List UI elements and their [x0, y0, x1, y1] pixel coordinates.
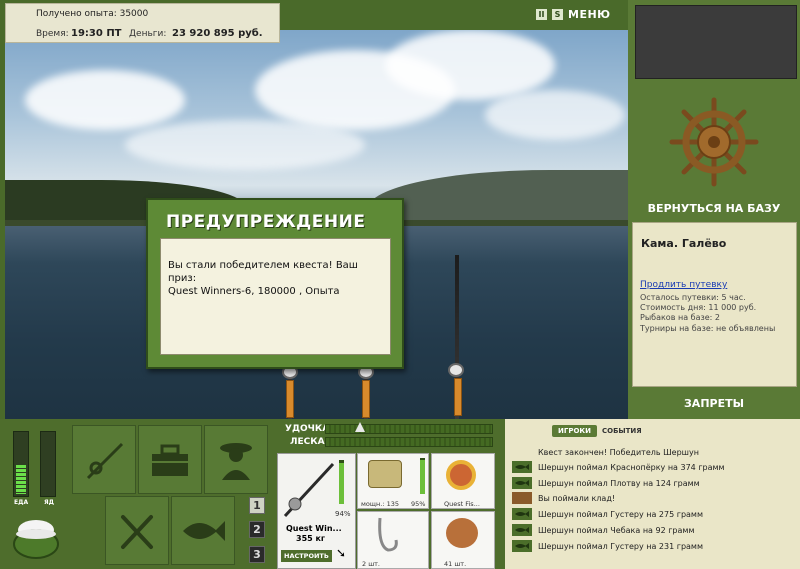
tension-marker-icon	[355, 422, 365, 432]
reel-power: мощн.: 135	[361, 500, 399, 508]
chest-icon	[512, 492, 532, 504]
tab-players[interactable]: ИГРОКИ	[552, 425, 597, 437]
hook-card[interactable]: 2 шт.	[357, 511, 429, 569]
reel-durability-bar	[420, 458, 425, 494]
line-tension-label: ЛЕСКА	[290, 437, 325, 447]
dialog-message-line2: Quest Winners-6, 180000 , Опыта	[168, 286, 340, 297]
rod-icon	[86, 442, 124, 479]
catch-slot[interactable]	[171, 496, 235, 565]
fishers-on-base: Рыбаков на базе: 2	[640, 313, 720, 322]
minimap[interactable]	[635, 5, 797, 79]
extend-voucher-link[interactable]: Продлить путевку	[640, 280, 727, 290]
poison-label: ЯД	[44, 499, 54, 506]
event-text: Шершун поймал Краснопёрку на 374 грамм	[538, 462, 725, 472]
line-tension-bar	[325, 437, 493, 447]
page-1-button[interactable]: 1	[249, 497, 265, 514]
fish-icon	[183, 520, 225, 541]
distant-hills	[368, 170, 628, 225]
food-inventory-slot[interactable]	[105, 496, 169, 565]
events-panel: ИГРОКИ СОБЫТИЯ Квест закончен! Победител…	[503, 419, 800, 569]
event-text: Квест закончен! Победитель Шершун	[538, 447, 699, 457]
day-cost: Стоимость дня: 11 000 руб.	[640, 303, 757, 312]
warning-dialog[interactable]: ПРЕДУПРЕЖДЕНИЕ Вы стали победителем квес…	[146, 198, 404, 369]
tab-events[interactable]: СОБЫТИЯ	[599, 425, 645, 437]
money-value: 23 920 895 руб.	[172, 28, 263, 39]
voucher-remaining: Осталось путевки: 5 час.	[640, 293, 746, 302]
rod-picture-icon	[283, 462, 335, 518]
fish-icon	[512, 508, 532, 520]
rod-name: Quest Win...	[286, 524, 342, 533]
dialog-title: ПРЕДУПРЕЖДЕНИЕ	[166, 212, 366, 232]
food-label: ЕДА	[14, 499, 29, 506]
event-row: Вы поймали клад!	[512, 491, 615, 505]
food-pot-icon[interactable]	[10, 510, 62, 562]
dialog-body: Вы стали победителем квеста! Ваш приз: Q…	[160, 238, 391, 355]
pause-icon[interactable]: II	[536, 9, 547, 20]
line-card[interactable]: Quest Fis...	[431, 453, 495, 509]
event-text: Вы поймали клад!	[538, 493, 616, 503]
rod-tension-bar	[325, 424, 493, 434]
return-to-base-button[interactable]: ВЕРНУТЬСЯ НА БАЗУ	[628, 202, 800, 215]
poison-gauge	[40, 431, 56, 497]
arrow-down-right-icon[interactable]: ➘	[336, 546, 346, 560]
event-row: Шершун поймал Краснопёрку на 374 грамм	[512, 460, 725, 474]
line-name: Quest Fis...	[444, 500, 480, 508]
fisherman-icon	[220, 442, 252, 480]
hook-count: 2 шт.	[362, 560, 381, 568]
fish-icon	[512, 477, 532, 489]
active-rod-card[interactable]: 94% Quest Win... 355 кг НАСТРОИТЬ ➘	[277, 453, 356, 569]
top-controls: II S МЕНЮ	[536, 8, 611, 21]
event-row: Шершун поймал Густеру на 231 грамм	[512, 539, 703, 553]
event-text: Шершун поймал Плотву на 124 грамм	[538, 478, 700, 488]
event-text: Шершун поймал Густеру на 231 грамм	[538, 541, 703, 551]
tackle-box-icon	[152, 444, 188, 476]
events-tabs: ИГРОКИ СОБЫТИЯ	[552, 425, 645, 437]
event-row: Шершун поймал Плотву на 124 грамм	[512, 476, 700, 490]
tackle-box-slot[interactable]	[138, 425, 202, 494]
fish-icon	[512, 461, 532, 473]
knife-fork-icon	[121, 514, 153, 549]
event-row: Квест закончен! Победитель Шершун	[538, 445, 699, 459]
reel-percent: 95%	[411, 500, 426, 508]
bans-button[interactable]: ЗАПРЕТЫ	[628, 397, 800, 410]
location-title: Кама. Галёво	[641, 237, 727, 250]
bait-count: 41 шт.	[444, 560, 467, 568]
hook-icon	[378, 517, 398, 552]
dialog-message-line1: Вы стали победителем квеста! Ваш приз:	[168, 260, 358, 284]
time-value: 19:30 ПТ	[71, 28, 122, 39]
bait-icon	[446, 518, 478, 548]
rod-durability-bar	[339, 460, 344, 504]
reel-icon	[368, 460, 402, 488]
exp-received-text: Получено опыта: 35000	[36, 9, 149, 19]
ship-wheel-icon[interactable]	[668, 96, 760, 188]
event-text: Шершун поймал Чебака на 92 грамм	[538, 525, 695, 535]
menu-button[interactable]: МЕНЮ	[568, 8, 611, 21]
fish-icon	[512, 524, 532, 536]
rod-tension-label: УДОЧКА	[285, 424, 330, 434]
player-status-panel: Получено опыта: 35000 Время: 19:30 ПТ Де…	[5, 3, 280, 43]
tournaments-on-base: Турниры на базе: не объявлены	[640, 324, 776, 333]
money-label: Деньги:	[129, 29, 167, 39]
time-label: Время:	[36, 29, 69, 39]
adjust-button[interactable]: НАСТРОИТЬ	[281, 550, 332, 562]
character-slot[interactable]	[204, 425, 268, 494]
event-row: Шершун поймал Густеру на 275 грамм	[512, 507, 703, 521]
sound-icon[interactable]: S	[552, 9, 563, 20]
page-2-button[interactable]: 2	[249, 521, 265, 538]
reel-card[interactable]: мощн.: 135 95%	[357, 453, 429, 509]
rods-inventory-slot[interactable]	[72, 425, 136, 494]
rod-weight: 355 кг	[296, 534, 326, 543]
page-3-button[interactable]: 3	[249, 546, 265, 563]
food-gauge	[13, 431, 29, 497]
event-row: Шершун поймал Чебака на 92 грамм	[512, 523, 694, 537]
fish-icon	[512, 540, 532, 552]
event-text: Шершун поймал Густеру на 275 грамм	[538, 509, 703, 519]
fishing-line-spool-icon	[446, 460, 476, 490]
rod-percent: 94%	[335, 510, 351, 518]
location-info-panel: Кама. Галёво Продлить путевку Осталось п…	[632, 222, 797, 387]
bait-card[interactable]: 41 шт.	[431, 511, 495, 569]
